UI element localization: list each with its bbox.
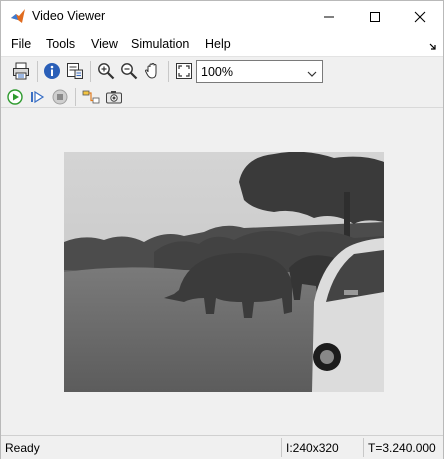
run-icon[interactable] xyxy=(4,86,26,108)
toolbar-separator xyxy=(37,61,38,82)
toolbar-separator xyxy=(75,88,76,106)
pan-hand-icon[interactable] xyxy=(142,60,164,82)
fit-to-window-icon[interactable] xyxy=(173,60,195,82)
info-icon[interactable] xyxy=(41,60,63,82)
matlab-icon[interactable] xyxy=(10,8,26,24)
zoom-level-value: 100% xyxy=(201,65,233,79)
menu-help[interactable]: Help xyxy=(205,37,231,51)
video-frame[interactable] xyxy=(64,152,384,392)
chevron-down-icon xyxy=(307,67,317,81)
status-divider xyxy=(281,438,282,457)
highlight-signal-icon[interactable] xyxy=(80,86,102,108)
minimize-button[interactable] xyxy=(306,1,352,32)
menu-view[interactable]: View xyxy=(91,37,118,51)
maximize-button[interactable] xyxy=(352,1,398,32)
print-icon[interactable] xyxy=(10,60,32,82)
toolbar-separator xyxy=(90,61,91,82)
status-state: Ready xyxy=(5,441,40,455)
window-title: Video Viewer xyxy=(32,9,106,23)
step-forward-icon[interactable] xyxy=(26,86,48,108)
zoom-out-icon[interactable] xyxy=(118,60,140,82)
zoom-level-select[interactable]: 100% xyxy=(196,60,323,83)
menu-tools[interactable]: Tools xyxy=(46,37,75,51)
snapshot-camera-icon[interactable] xyxy=(103,86,125,108)
video-display-area xyxy=(1,109,443,435)
menu-simulation[interactable]: Simulation xyxy=(131,37,189,51)
menu-bar: File Tools View Simulation Help xyxy=(1,32,443,56)
dock-arrow-icon[interactable] xyxy=(429,40,437,54)
video-viewer-window: Video Viewer File Tools View Simulation … xyxy=(0,0,444,459)
title-bar: Video Viewer xyxy=(1,1,443,32)
video-frame-image xyxy=(64,152,384,392)
status-divider xyxy=(363,438,364,457)
properties-icon[interactable] xyxy=(64,60,86,82)
status-time: T=3.240.000 xyxy=(368,441,436,455)
toolbar-separator xyxy=(168,61,169,82)
stop-icon[interactable] xyxy=(49,86,71,108)
menu-file[interactable]: File xyxy=(11,37,31,51)
status-dimensions: I:240x320 xyxy=(286,441,339,455)
status-bar: Ready I:240x320 T=3.240.000 xyxy=(1,435,443,459)
close-button[interactable] xyxy=(397,1,443,32)
zoom-in-icon[interactable] xyxy=(95,60,117,82)
